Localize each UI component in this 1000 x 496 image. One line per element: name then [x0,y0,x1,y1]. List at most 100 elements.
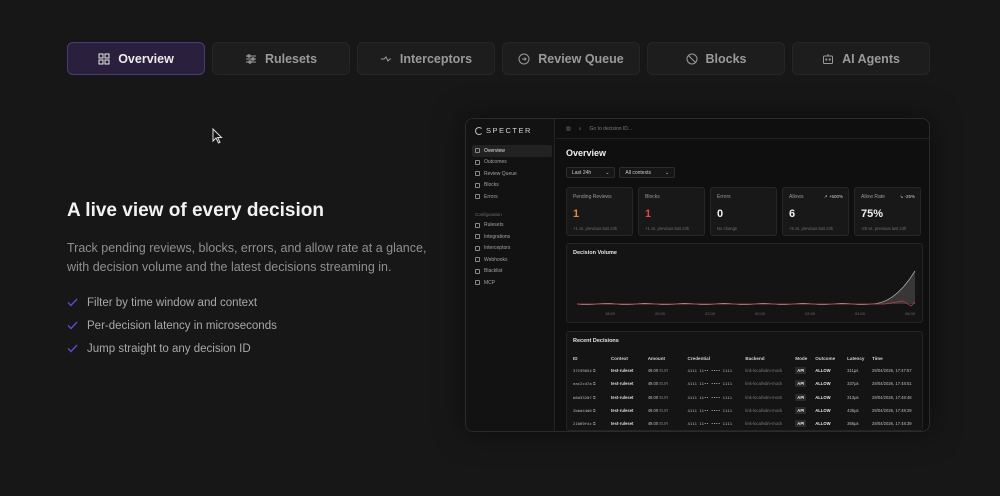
tab-overview[interactable]: Overview [67,42,205,75]
column-header[interactable]: Backend [745,353,795,364]
tab-label: AI Agents [842,51,900,66]
column-header[interactable]: Outcome [815,353,847,364]
credential-cell: 4111 11•• •••• 1111 [687,381,733,387]
table-row[interactable]: 37199054 ⧉ test-ruleset 49.00 EUR 4111 1… [573,364,922,377]
column-header[interactable]: Time [872,353,922,364]
stat-card-allows[interactable]: Allows ↗ +500% 6 +5 vs. previous last 24… [782,187,849,236]
backend-cell: link-local/vdm-mock [745,368,783,374]
check-icon [67,344,78,353]
sidebar-item-outcomes[interactable]: Outcomes [472,157,552,169]
table-row[interactable]: 21069f4c ⧉ test-ruleset 49.00 EUR 4111 1… [573,417,922,430]
credential-cell: 4111 11•• •••• 1111 [687,394,733,400]
mode-badge: API [795,393,807,401]
amount-cell: 49.00 EUR [647,381,669,387]
nav-icon [475,148,480,154]
feature-list: Filter by time window and context Per-dec… [67,291,437,360]
sidebar-item-review-queue[interactable]: Review Queue [472,168,552,180]
stat-label: Pending Reviews [573,194,612,200]
outcome-badge: ALLOW [815,394,831,400]
mode-badge: API [795,420,807,428]
sidebar-item-errors[interactable]: Errors [472,191,552,203]
sidebar-nav: Overview Outcomes Review Queue Blocks Errors… [472,145,552,289]
sidebar-item-blocks[interactable]: Blocks [472,180,552,192]
stat-subtext: No change [717,226,738,231]
outcome-badge: ALLOW [815,368,831,374]
sidebar-item-mcp[interactable]: MCP [472,277,552,289]
hero-section: A live view of every decision Track pend… [67,200,437,360]
stat-card-allow-rate[interactable]: Allow Rate ↘ -25% 75% -25 vs. previous l… [854,187,921,236]
stat-card-pending-reviews[interactable]: Pending Reviews 1 +1 vs. previous last 2… [566,187,633,236]
tab-rulesets[interactable]: Rulesets [212,42,350,75]
sidebar-item-label: Overview [484,147,505,154]
mode-cell: API [795,391,815,404]
sidebar-item-integrations[interactable]: Integrations [472,231,552,243]
column-header[interactable]: Credential [688,353,746,364]
nav-icon [475,268,480,274]
sidebar-item-label: MCP [484,279,496,286]
column-header[interactable]: Mode [795,353,815,364]
outcome-cell: ALLOW [815,391,847,404]
sidebar-item-blacklist[interactable]: Blacklist [472,266,552,278]
x-tick-label: 20:00 [655,311,666,316]
x-tick-label: 06:00 [905,311,916,316]
decision-id[interactable]: 37199054 [573,368,592,373]
tab-ai-agents[interactable]: AI Agents [792,42,930,75]
column-header[interactable]: Latency [847,353,872,364]
latency-cell: 435µs [847,408,859,414]
decision-id[interactable]: eac2c47a [573,381,592,386]
decision-id[interactable]: b6d33207 [573,395,592,400]
sidebar-toggle-icon[interactable]: ▥ [566,126,571,132]
stat-subtext: -25 vs. previous last 24h [861,226,907,231]
search-input[interactable]: Go to decision ID... [590,126,633,132]
decision-id[interactable]: 2bbd44d6 [573,408,592,413]
stat-trend: ↗ +500% [823,194,843,199]
context-cell: test-ruleset [610,421,634,427]
stat-card-errors[interactable]: Errors 0 No change [710,187,777,236]
time-cell: 28/04/2026, 17:47:57 [872,368,912,374]
stat-value: 1 [645,208,652,220]
context-filter-select[interactable]: All contexts ⌄ [619,167,676,178]
column-header[interactable]: Context [611,353,648,364]
sidebar-item-interceptors[interactable]: Interceptors [472,243,552,255]
mode-badge: API [795,407,807,415]
column-header[interactable]: ID [573,353,611,364]
time-filter-select[interactable]: Last 24h ⌄ [566,167,616,178]
copy-icon[interactable]: ⧉ [593,408,596,413]
sidebar-item-label: Webhooks [484,256,508,263]
tab-blocks[interactable]: Blocks [647,42,785,75]
latency-cell: 337µs [847,381,859,387]
circle-arrow-icon [518,53,530,64]
nav-icon [475,171,480,177]
table-row[interactable]: 2bbd44d6 ⧉ test-ruleset 49.00 EUR 4111 1… [573,404,922,417]
mode-badge: API [795,380,807,388]
tab-label: Overview [118,51,174,66]
tab-interceptors[interactable]: Interceptors [357,42,495,75]
mode-cell: API [795,377,815,390]
mode-cell: API [795,404,815,417]
copy-icon[interactable]: ⧉ [593,421,596,426]
hero-title: A live view of every decision [67,200,324,221]
sidebar-item-rulesets[interactable]: Rulesets [472,220,552,232]
stat-card-blocks[interactable]: Blocks 1 +1 vs. previous last 24h [638,187,705,236]
feature-text: Per-decision latency in microseconds [87,319,277,332]
x-tick-label: 02:00 [805,311,816,316]
context-cell: test-ruleset [610,408,634,414]
sidebar-item-label: Integrations [484,233,511,240]
recent-decisions-panel: Recent Decisions ID Context Amount Credenti… [566,331,923,431]
tab-review-queue[interactable]: Review Queue [502,42,640,75]
sidebar-item-overview[interactable]: Overview [472,145,552,157]
feature-text: Filter by time window and context [87,296,258,309]
decision-id[interactable]: 21069f4c [573,421,592,426]
copy-icon[interactable]: ⧉ [593,381,596,386]
block-icon [686,53,697,64]
x-tick-label: 18:00 [605,311,616,316]
table-row[interactable]: b6d33207 ⧉ test-ruleset 49.00 EUR 4111 1… [573,391,922,404]
mouse-cursor-icon [212,128,223,144]
copy-icon[interactable]: ⧉ [593,368,596,373]
stat-value: 75% [861,208,884,220]
table-row[interactable]: eac2c47a ⧉ test-ruleset 49.00 EUR 4111 1… [573,377,922,390]
sidebar-item-webhooks[interactable]: Webhooks [472,254,552,266]
copy-icon[interactable]: ⧉ [593,395,596,400]
search-icon: ⌕ [578,125,582,132]
column-header[interactable]: Amount [648,353,688,364]
